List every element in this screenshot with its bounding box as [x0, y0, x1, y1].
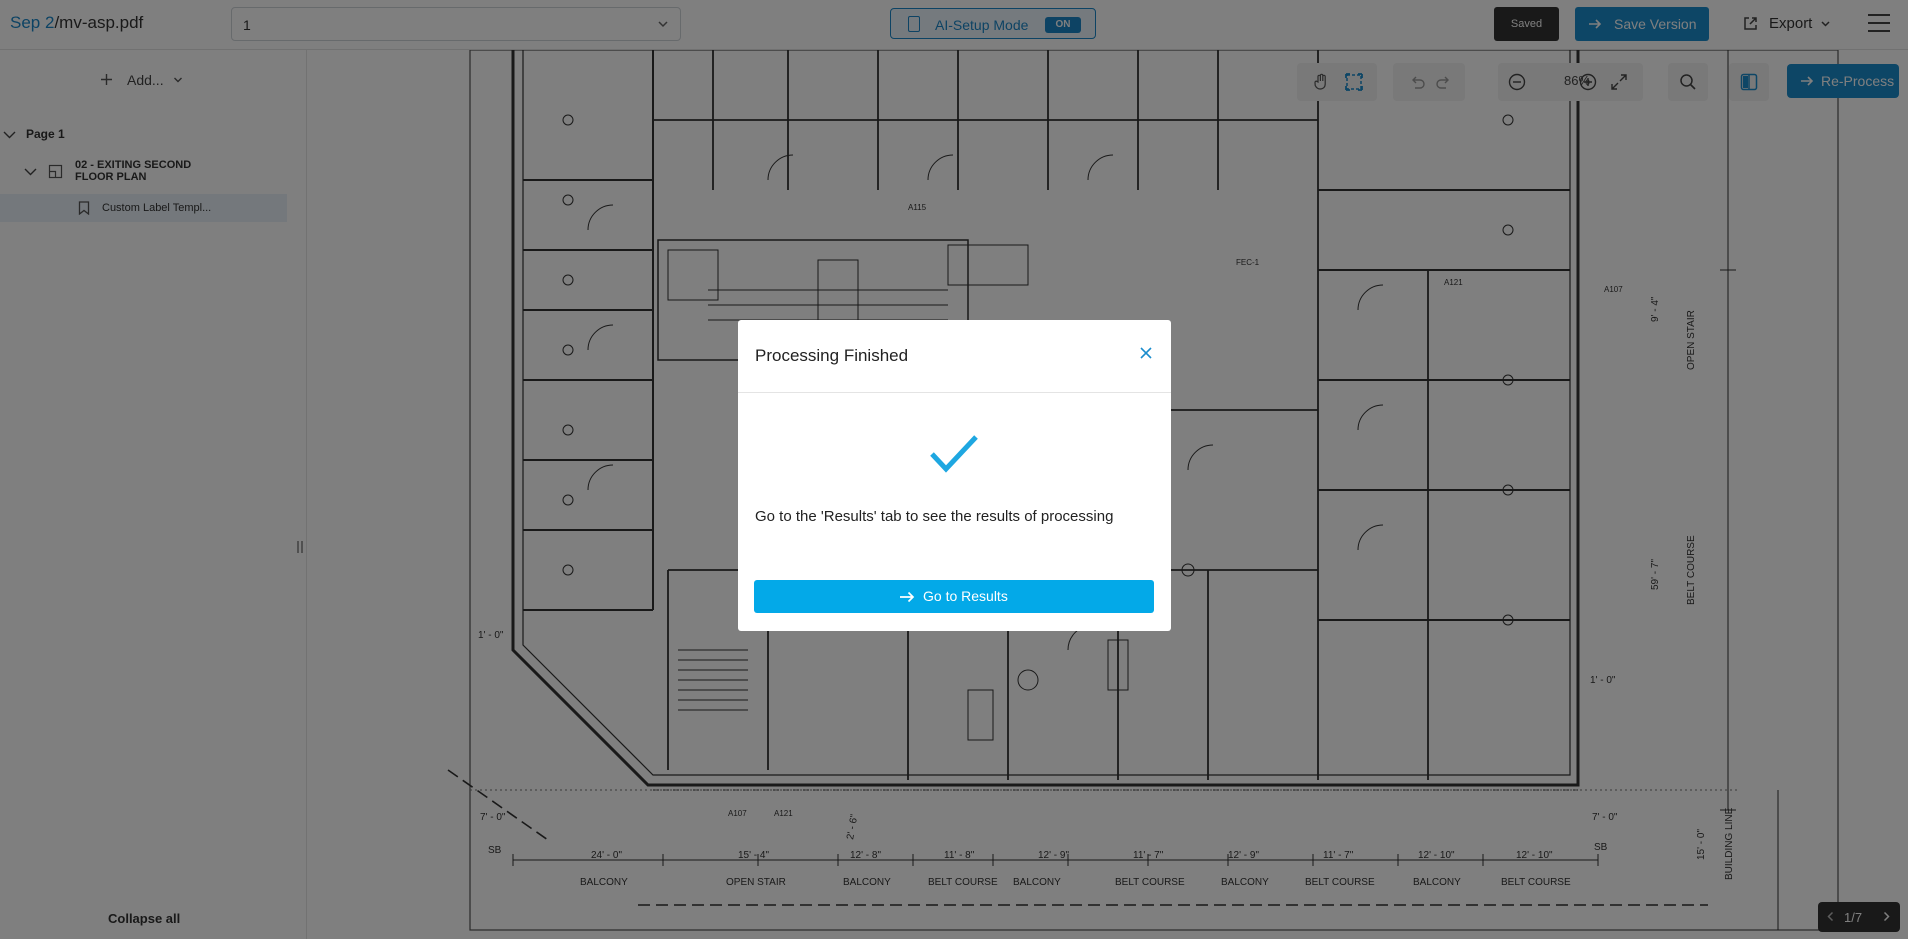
checkmark-icon — [930, 435, 978, 473]
dialog-title: Processing Finished — [755, 346, 909, 365]
go-to-results-label: Go to Results — [923, 588, 1008, 604]
dialog-divider — [738, 392, 1171, 393]
go-to-results-button[interactable]: Go to Results — [754, 580, 1154, 613]
processing-finished-dialog: Processing Finished Go to the 'Results' … — [738, 320, 1171, 631]
arrow-right-icon — [900, 591, 915, 603]
close-icon[interactable] — [1139, 346, 1153, 360]
dialog-message: Go to the 'Results' tab to see the resul… — [755, 508, 1114, 525]
